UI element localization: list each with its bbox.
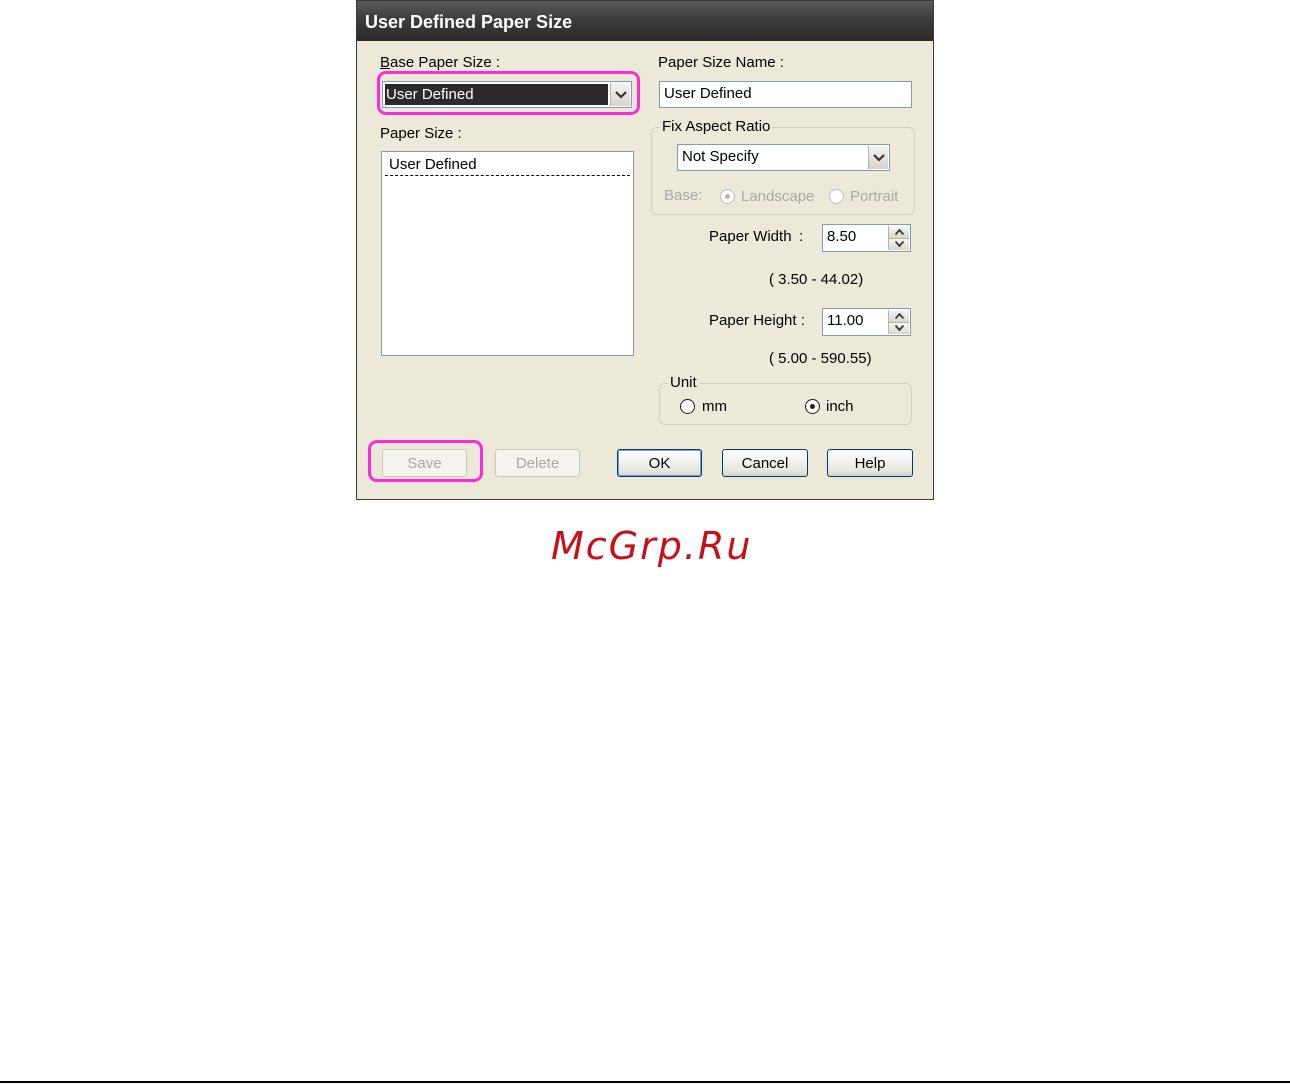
base-paper-size-label-text: ase Paper Size : [390,54,501,71]
paper-size-name-input[interactable]: User Defined [659,81,912,108]
inch-radio[interactable] [805,399,820,414]
mm-label: mm [702,398,727,415]
paper-width-spinner[interactable] [888,226,909,250]
paper-height-input[interactable]: 11.00 [822,308,911,336]
watermark: McGrp.Ru [551,524,753,568]
unit-legend: Unit [668,374,699,392]
paper-width-range: ( 3.50 - 44.02) [769,271,864,288]
save-button-highlight [368,440,483,482]
fix-aspect-ratio-value: Not Specify [682,148,759,165]
caret-down-icon [894,325,904,332]
paper-width-value: 8.50 [827,228,857,245]
paper-size-label: Paper Size : [380,125,462,142]
list-item[interactable]: User Defined [385,155,630,176]
inch-label: inch [826,398,854,415]
fix-aspect-ratio-group: Fix Aspect Ratio Not Specify Base: Lands… [651,118,915,215]
portrait-radio[interactable] [829,189,844,204]
paper-height-down-button[interactable] [889,321,909,334]
paper-width-down-button[interactable] [889,237,909,250]
title-bar[interactable]: User Defined Paper Size [357,1,933,41]
paper-width-colon: : [799,228,804,245]
unit-group: Unit mm inch [659,374,912,425]
landscape-label: Landscape [741,188,815,205]
paper-size-list[interactable]: User Defined [381,151,634,356]
paper-width-up-button[interactable] [889,226,909,238]
paper-height-value: 11.00 [827,312,864,329]
chevron-down-icon [872,153,885,162]
cancel-button[interactable]: Cancel [722,449,808,477]
dialog-title: User Defined Paper Size [365,12,573,32]
paper-width-input[interactable]: 8.50 [822,224,911,252]
paper-height-range: ( 5.00 - 590.55) [769,350,872,367]
page-bottom-rule [0,1081,1290,1083]
base-paper-size-highlight [377,71,640,115]
aspect-base-label: Base: [664,187,703,204]
paper-height-spinner[interactable] [888,310,909,334]
ok-button[interactable]: OK [617,449,702,477]
portrait-label: Portrait [850,188,899,205]
fix-aspect-ratio-dropdown-button[interactable] [868,146,888,169]
user-defined-paper-size-dialog: User Defined Paper Size Base Paper Size … [356,0,934,500]
paper-size-name-value: User Defined [664,85,752,102]
paper-width-label: Paper Width [709,228,792,245]
landscape-radio[interactable] [720,189,735,204]
caret-down-icon [894,241,904,248]
help-button[interactable]: Help [827,449,913,477]
base-paper-size-label: Base Paper Size : [380,54,501,71]
paper-height-up-button[interactable] [889,310,909,322]
caret-up-icon [894,228,904,235]
paper-size-list-item-label: User Defined [389,156,477,173]
caret-up-icon [894,312,904,319]
fix-aspect-ratio-dropdown[interactable]: Not Specify [677,144,890,171]
mm-radio[interactable] [680,399,695,414]
paper-size-name-label: Paper Size Name : [658,54,784,71]
paper-height-label: Paper Height : [709,312,805,329]
fix-aspect-ratio-legend: Fix Aspect Ratio [660,118,773,136]
delete-button[interactable]: Delete [495,449,580,477]
